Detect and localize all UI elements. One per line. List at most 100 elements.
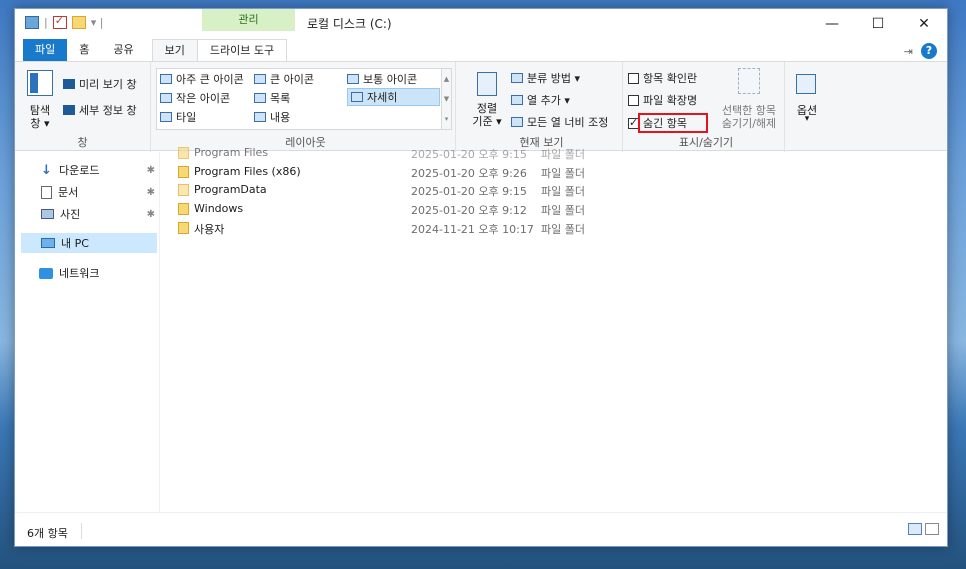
pin-icon: ✱: [146, 186, 155, 198]
list-item[interactable]: ProgramData 2025-01-20 오후 9:15 파일 폴더: [178, 181, 778, 199]
list-item[interactable]: 사용자 2024-11-21 오후 10:17 파일 폴더: [178, 219, 778, 237]
details-view-toggle-icon[interactable]: [908, 523, 922, 535]
folder-icon: [178, 203, 189, 215]
nav-pane-button[interactable]: 탐색 창 ▾: [23, 70, 57, 130]
large-icons-view-toggle-icon[interactable]: [925, 523, 939, 535]
file-explorer-window: | ▾ | 관리 로컬 디스크 (C:) — ☐ ✕ 파일 홈 공유 보기 드라…: [14, 8, 948, 547]
group-label-panes: 창: [77, 136, 88, 149]
maximize-button[interactable]: ☐: [855, 9, 901, 39]
layout-gallery-scroll[interactable]: ▲ ▼ ▾: [441, 69, 451, 129]
layout-content[interactable]: 내용: [254, 109, 290, 125]
this-pc-icon: [41, 238, 55, 248]
list-item[interactable]: Windows 2025-01-20 오후 9:12 파일 폴더: [178, 200, 778, 218]
tiles-icon: [160, 112, 172, 122]
group-options: 옵션 ▾: [790, 62, 830, 152]
folder-icon: [178, 147, 189, 159]
hide-selected-button[interactable]: 선택한 항목 숨기기/해제: [716, 68, 782, 130]
details-pane-icon: [63, 105, 75, 115]
title-bar: | ▾ | 관리 로컬 디스크 (C:) — ☐ ✕: [15, 9, 947, 39]
window-controls: — ☐ ✕: [809, 9, 947, 39]
nav-item-pictures[interactable]: 사진 ✱: [15, 204, 159, 224]
sort-by-button[interactable]: 정렬 기준 ▾: [469, 72, 505, 130]
file-extensions-toggle[interactable]: 파일 확장명: [628, 92, 697, 108]
medium-icons-icon: [347, 74, 359, 84]
list-item[interactable]: Program Files 2025-01-20 오후 9:15 파일 폴더: [178, 144, 778, 162]
small-icons-icon: [160, 93, 172, 103]
document-icon: [41, 185, 52, 199]
customize-qat-icon[interactable]: ▾ |: [91, 16, 104, 29]
scroll-up-icon[interactable]: ▲: [442, 69, 451, 89]
new-folder-icon[interactable]: [71, 16, 86, 29]
group-panes: 탐색 창 ▾ 미리 보기 창 세부 정보 창 창: [15, 62, 151, 152]
group-show-hide: 항목 확인란 파일 확장명 숨긴 항목 선택한 항목 숨기기/해제 표시/숨기기: [628, 62, 785, 152]
content-icon: [254, 112, 266, 122]
item-checkboxes-toggle[interactable]: 항목 확인란: [628, 70, 697, 86]
file-list: Program Files 2025-01-20 오후 9:15 파일 폴더 P…: [159, 146, 947, 514]
quick-access-toolbar: | ▾ |: [25, 14, 104, 29]
layout-gallery: 아주 큰 아이콘 큰 아이콘 보통 아이콘 작은 아이콘 목록 자세히 타일 내…: [156, 68, 452, 130]
size-columns-icon: [511, 117, 523, 127]
pin-icon: ✱: [146, 208, 155, 220]
options-button[interactable]: 옵션 ▾: [790, 74, 824, 134]
folder-icon: [178, 166, 189, 178]
this-pc-icon: [25, 16, 39, 29]
layout-xl-icons[interactable]: 아주 큰 아이콘: [160, 71, 244, 87]
pictures-icon: [41, 209, 54, 219]
window-title: 로컬 디스크 (C:): [307, 17, 392, 31]
tab-file[interactable]: 파일: [23, 39, 68, 61]
add-columns-button[interactable]: 열 추가 ▾: [511, 92, 570, 108]
context-tab-manage[interactable]: 관리: [202, 9, 295, 31]
highlight-box: [638, 113, 708, 133]
preview-pane-icon: [63, 79, 75, 89]
nav-item-documents[interactable]: 문서 ✱: [15, 182, 159, 202]
navigation-pane: ↓ 다운로드 ✱ 문서 ✱ 사진 ✱ 내 PC 네트워크: [15, 152, 159, 514]
nav-item-this-pc[interactable]: 내 PC: [21, 233, 157, 253]
preview-pane-button[interactable]: 미리 보기 창: [63, 76, 137, 92]
nav-pane-icon: [27, 70, 53, 96]
item-checkboxes-checkbox[interactable]: [628, 72, 639, 84]
item-count: 6개 항목: [27, 527, 68, 540]
add-columns-icon: [511, 95, 523, 105]
tab-view[interactable]: 보기: [151, 39, 198, 61]
layout-medium-icons[interactable]: 보통 아이콘: [347, 71, 417, 87]
large-icons-icon: [254, 74, 266, 84]
help-icon[interactable]: ?: [921, 43, 937, 59]
nav-item-network[interactable]: 네트워크: [15, 263, 159, 283]
details-pane-button[interactable]: 세부 정보 창: [63, 102, 137, 118]
ribbon-tabs: 파일 홈 공유 보기 드라이브 도구 ⇥ ?: [15, 39, 947, 61]
group-current-view: 정렬 기준 ▾ 분류 방법 ▾ 열 추가 ▾ 모든 열 너비 조정 현재 보기: [461, 62, 623, 152]
nav-item-downloads[interactable]: ↓ 다운로드 ✱: [15, 160, 159, 180]
list-icon: [254, 93, 266, 103]
list-item[interactable]: Program Files (x86) 2025-01-20 오후 9:26 파…: [178, 163, 778, 181]
details-view-icon: [351, 92, 363, 102]
tab-drive-tools[interactable]: 드라이브 도구: [196, 39, 288, 61]
minimize-button[interactable]: —: [809, 9, 855, 39]
xl-icons-icon: [160, 74, 172, 84]
collapse-ribbon-icon[interactable]: ⇥: [904, 45, 913, 58]
close-button[interactable]: ✕: [901, 9, 947, 39]
pin-icon: ✱: [146, 164, 155, 176]
layout-tiles[interactable]: 타일: [160, 109, 196, 125]
folder-icon: [178, 222, 189, 234]
layout-large-icons[interactable]: 큰 아이콘: [254, 71, 314, 87]
gallery-more-icon[interactable]: ▾: [442, 109, 451, 129]
layout-details[interactable]: 자세히: [347, 88, 440, 106]
hide-selected-icon: [738, 68, 760, 94]
ribbon: 탐색 창 ▾ 미리 보기 창 세부 정보 창 창 아주 큰 아이콘 큰 아이콘 …: [15, 61, 947, 152]
folder-icon: [178, 184, 189, 196]
file-extensions-checkbox[interactable]: [628, 94, 639, 106]
sort-by-icon: [477, 72, 497, 96]
layout-list[interactable]: 목록: [254, 90, 290, 106]
size-all-columns-button[interactable]: 모든 열 너비 조정: [511, 114, 608, 130]
scroll-down-icon[interactable]: ▼: [442, 89, 451, 109]
download-arrow-icon: ↓: [41, 162, 52, 178]
options-icon: [796, 74, 816, 94]
properties-icon[interactable]: [52, 14, 67, 29]
layout-small-icons[interactable]: 작은 아이콘: [160, 90, 230, 106]
network-icon: [39, 267, 53, 279]
tab-share[interactable]: 공유: [101, 39, 145, 61]
group-by-button[interactable]: 분류 방법 ▾: [511, 70, 580, 86]
group-by-icon: [511, 73, 523, 83]
tab-home[interactable]: 홈: [67, 39, 101, 61]
group-layout: 아주 큰 아이콘 큰 아이콘 보통 아이콘 작은 아이콘 목록 자세히 타일 내…: [156, 62, 456, 152]
